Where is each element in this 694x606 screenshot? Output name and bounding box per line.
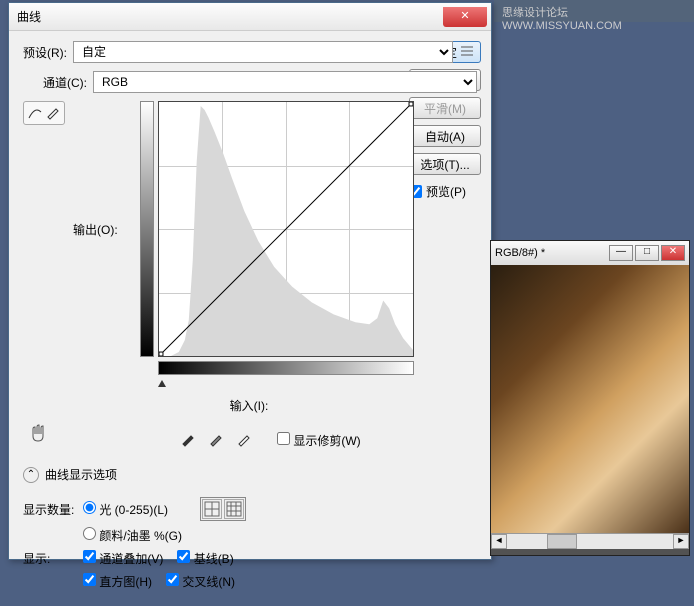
amount-radio-group: 光 (0-255)(L) — [83, 501, 180, 518]
y-gradient — [140, 101, 154, 357]
eyedropper-tools: 显示修剪(W) — [179, 430, 361, 450]
image-close-button[interactable]: ✕ — [661, 245, 685, 261]
show-amount-label: 显示数量: — [23, 501, 83, 518]
intersect-checkbox[interactable] — [166, 573, 179, 586]
histogram-checkbox[interactable] — [83, 573, 96, 586]
grid-large-icon[interactable] — [224, 499, 244, 519]
collapse-icon[interactable]: ⌃ — [23, 467, 39, 483]
output-axis: 输出(O): — [73, 101, 120, 414]
curve-mode-tools — [23, 101, 65, 125]
show-clip-checkbox[interactable] — [277, 432, 290, 445]
black-point-dropper-icon[interactable] — [179, 430, 199, 450]
preset-row: 预设(R): 自定 — [23, 41, 477, 63]
pigment-row: 颜料/油墨 %(G) — [83, 527, 477, 544]
show-label: 显示: — [23, 550, 83, 567]
image-titlebar: RGB/8#) * — □ ✕ — [491, 241, 689, 265]
maximize-button[interactable]: □ — [635, 245, 659, 261]
graph-wrap: 输入(I): — [140, 101, 414, 414]
curves-area: 输出(O): — [23, 101, 477, 414]
input-label: 输入(I): — [230, 397, 414, 414]
close-button[interactable]: ✕ — [443, 7, 487, 27]
curve-tools — [23, 101, 73, 414]
curves-dialog: 曲线 ✕ 确定 取消 平滑(M) 自动(A) 选项(T)... 预览(P) 预设… — [8, 2, 492, 560]
output-label: 输出(O): — [73, 221, 118, 238]
overlay-checkbox[interactable] — [83, 550, 96, 563]
dialog-titlebar: 曲线 ✕ — [9, 3, 491, 31]
background-header: 思缘设计论坛 WWW.MISSYUAN.COM — [494, 0, 694, 22]
scroll-thumb[interactable] — [547, 534, 577, 549]
dialog-content: 预设(R): 自定 通道(C): RGB 输出(O): — [9, 31, 491, 606]
expand-row: ⌃ 曲线显示选项 — [23, 466, 477, 483]
curves-graph[interactable] — [158, 101, 414, 357]
scroll-left-icon[interactable]: ◄ — [491, 534, 507, 549]
scroll-right-icon[interactable]: ► — [673, 534, 689, 549]
curve-tool-icon[interactable] — [26, 104, 44, 122]
preset-menu-icon[interactable] — [459, 43, 477, 61]
x-gradient — [158, 361, 414, 375]
show-amount-row: 显示数量: 光 (0-255)(L) — [23, 497, 477, 521]
grid-small-icon[interactable] — [202, 499, 222, 519]
light-radio[interactable] — [83, 501, 96, 514]
white-point-dropper-icon[interactable] — [235, 430, 255, 450]
channel-row: 通道(C): RGB — [43, 71, 477, 93]
image-window: RGB/8#) * — □ ✕ ◄ ► — [490, 240, 690, 556]
image-title: RGB/8#) * — [495, 247, 545, 259]
show-clip-label: 显示修剪(W) — [293, 434, 360, 448]
show-clip-row: 显示修剪(W) — [277, 432, 361, 449]
preset-select[interactable]: 自定 — [73, 41, 453, 63]
hand-tool-icon[interactable] — [27, 422, 49, 447]
horizontal-scrollbar[interactable]: ◄ ► — [491, 533, 689, 549]
minimize-button[interactable]: — — [609, 245, 633, 261]
show-row: 显示: 通道叠加(V) 基线(B) — [23, 550, 477, 567]
baseline-checkbox[interactable] — [177, 550, 190, 563]
preset-label: 预设(R): — [23, 44, 67, 61]
pigment-radio[interactable] — [83, 527, 96, 540]
dialog-title: 曲线 — [17, 8, 443, 25]
curve-line — [159, 102, 413, 356]
display-options: 显示数量: 光 (0-255)(L) 颜料/油墨 %(G) 显示: 通道叠加(V… — [23, 497, 477, 590]
channel-select[interactable]: RGB — [93, 71, 477, 93]
grid-size-icons — [200, 497, 246, 521]
image-canvas[interactable] — [491, 265, 689, 533]
pencil-tool-icon[interactable] — [44, 104, 62, 122]
expand-label: 曲线显示选项 — [45, 466, 117, 483]
gray-point-dropper-icon[interactable] — [207, 430, 227, 450]
show-row2: 直方图(H) 交叉线(N) — [83, 573, 477, 590]
channel-label: 通道(C): — [43, 74, 87, 91]
